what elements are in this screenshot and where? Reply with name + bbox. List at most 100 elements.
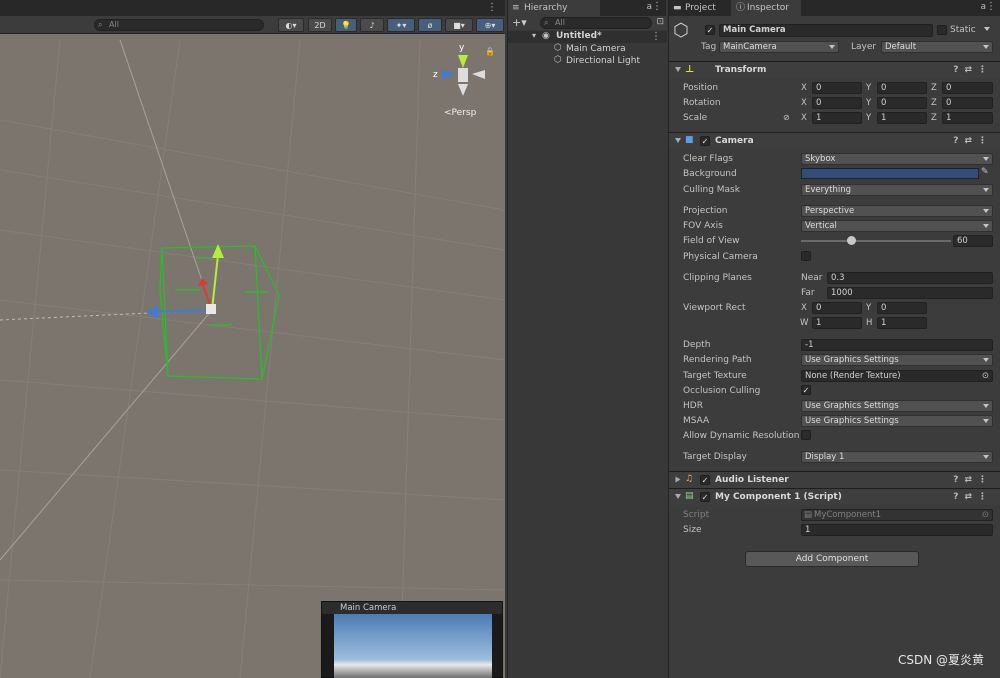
search-placeholder: All (109, 20, 119, 29)
scene-view[interactable]: ⋮ ⌕ All ◐▾ 2D 💡 ♪ ✦▾ ø ■▾ ⊕▾ y z 🔒 <Pers… (0, 0, 505, 678)
viewport-h-field[interactable]: 1 (877, 317, 927, 329)
rotation-z-field[interactable]: 0 (942, 97, 993, 109)
axis-y-label: Y (866, 113, 872, 123)
far-field[interactable]: 1000 (827, 287, 993, 299)
scene-row[interactable]: ▾ ◉ Untitled* ⋮ (508, 31, 667, 43)
scale-y-field[interactable]: 1 (877, 112, 927, 124)
script-field: ▤ MyComponent1 ⊙ (801, 509, 993, 521)
add-component-button[interactable]: Add Component (745, 551, 919, 567)
eyedropper-icon[interactable]: ✎ (981, 167, 989, 177)
component-menu-icons[interactable]: ?⇄⋮ (953, 65, 993, 75)
occlusion-culling-checkbox[interactable]: ✓ (801, 385, 811, 395)
position-z-field[interactable]: 0 (942, 82, 993, 94)
object-name-field[interactable]: Main Camera (719, 24, 933, 37)
draw-mode-button[interactable]: ◐▾ (278, 18, 304, 32)
chevron-down-icon[interactable] (675, 138, 681, 143)
watermark: CSDN @夏炎黄 (897, 653, 984, 667)
list-item[interactable]: ⬡ Main Camera (508, 43, 667, 55)
camera-enabled-checkbox[interactable]: ✓ (700, 136, 710, 146)
msaa-dropdown[interactable]: Use Graphics Settings (801, 415, 993, 427)
chevron-right-icon[interactable] (675, 476, 681, 483)
chevron-down-icon[interactable] (675, 494, 681, 499)
video-camera-icon: ■ (685, 135, 694, 145)
rotation-y-field[interactable]: 0 (877, 97, 927, 109)
size-field[interactable]: 1 (801, 524, 993, 536)
audio-listener-checkbox[interactable]: ✓ (700, 475, 710, 485)
orientation-gizmo[interactable] (442, 55, 485, 96)
lock-icon[interactable]: 🔒 (485, 47, 495, 56)
more-menu-icon[interactable]: ⋮ (986, 1, 996, 12)
script-icon: ▤ (685, 491, 694, 501)
depth-field[interactable]: -1 (801, 339, 993, 351)
clipping-planes-label: Clipping Planes (683, 273, 752, 283)
near-field[interactable]: 0.3 (827, 272, 993, 284)
chevron-down-icon[interactable]: ▾ (532, 31, 536, 40)
dynamic-resolution-checkbox[interactable] (801, 430, 811, 440)
script-label: Script (683, 510, 710, 520)
link-icon[interactable]: ⊘ (783, 113, 790, 122)
layer-dropdown[interactable]: Default (881, 41, 993, 53)
tab-project-label: Project (685, 3, 716, 13)
viewport-y-field[interactable]: 0 (877, 302, 927, 314)
lighting-button[interactable]: 💡 (335, 18, 357, 32)
filter-icon[interactable]: ⊡ (656, 17, 664, 27)
component-menu-icons[interactable]: ?⇄⋮ (953, 475, 993, 485)
rendering-path-dropdown[interactable]: Use Graphics Settings (801, 354, 993, 366)
viewport-w-field[interactable]: 1 (812, 317, 862, 329)
culling-mask-label: Culling Mask (683, 185, 740, 195)
my-component-checkbox[interactable]: ✓ (700, 492, 710, 502)
fov-slider-track[interactable] (801, 240, 951, 242)
hierarchy-search-input[interactable]: ⌕ All (540, 17, 652, 29)
fov-axis-dropdown[interactable]: Vertical (801, 220, 993, 232)
hdr-dropdown[interactable]: Use Graphics Settings (801, 400, 993, 412)
transform-header[interactable]: ⊥ Transform ?⇄⋮ (669, 61, 1000, 78)
scene-search-input[interactable]: ⌕ All (94, 19, 264, 31)
audio-listener-header[interactable]: ♫ ✓ Audio Listener ?⇄⋮ (669, 471, 1000, 488)
effects-button[interactable]: ✦▾ (387, 18, 415, 32)
tab-hierarchy[interactable]: ≡ Hierarchy (508, 0, 600, 16)
viewport-rect-label: Viewport Rect (683, 303, 746, 313)
gizmos-button[interactable]: ⊕▾ (476, 18, 504, 32)
more-menu-icon[interactable]: ⋮ (487, 2, 497, 13)
target-display-dropdown[interactable]: Display 1 (801, 451, 993, 463)
tab-inspector[interactable]: ⓘ Inspector (731, 0, 801, 16)
target-texture-field[interactable]: None (Render Texture) ⊙ (801, 370, 993, 382)
scale-x-field[interactable]: 1 (812, 112, 862, 124)
fov-slider-handle[interactable] (846, 236, 856, 245)
add-icon[interactable]: +▾ (512, 16, 527, 29)
active-checkbox[interactable]: ✓ (705, 25, 715, 35)
chevron-down-icon[interactable] (675, 67, 681, 72)
fov-field[interactable]: 60 (953, 235, 993, 247)
scale-z-field[interactable]: 1 (942, 112, 993, 124)
persp-label[interactable]: <Persp (444, 108, 476, 118)
toggle-2d-button[interactable]: 2D (308, 18, 332, 32)
list-item[interactable]: ⬡ Directional Light (508, 55, 667, 67)
tab-project[interactable]: ▬ Project (669, 0, 731, 16)
static-dropdown[interactable] (984, 24, 993, 36)
component-menu-icons[interactable]: ?⇄⋮ (953, 492, 993, 502)
axis-x-label: X (801, 303, 807, 313)
my-component-header[interactable]: ▤ ✓ My Component 1 (Script) ?⇄⋮ (669, 488, 1000, 505)
audio-button[interactable]: ♪ (360, 18, 384, 32)
background-color-field[interactable] (801, 168, 979, 179)
camera-header[interactable]: ■ ✓ Camera ?⇄⋮ (669, 132, 1000, 149)
viewport-x-field[interactable]: 0 (812, 302, 862, 314)
more-menu-icon[interactable]: ⋮ (651, 31, 661, 42)
physical-camera-checkbox[interactable] (801, 251, 811, 261)
static-checkbox[interactable] (937, 25, 947, 35)
culling-mask-dropdown[interactable]: Everything (801, 184, 993, 196)
tag-dropdown[interactable]: MainCamera (719, 41, 839, 53)
gameobject-cube-icon[interactable]: ⬡ (673, 20, 689, 41)
clear-flags-dropdown[interactable]: Skybox (801, 153, 993, 165)
camera-settings-button[interactable]: ■▾ (445, 18, 473, 32)
rotation-x-field[interactable]: 0 (812, 97, 862, 109)
position-x-field[interactable]: 0 (812, 82, 862, 94)
more-menu-icon[interactable]: ⋮ (652, 1, 662, 12)
camera-preview: Main Camera (321, 601, 503, 678)
position-y-field[interactable]: 0 (877, 82, 927, 94)
hidden-objects-button[interactable]: ø (418, 18, 442, 32)
axis-w-label: W (800, 318, 809, 328)
projection-dropdown[interactable]: Perspective (801, 205, 993, 217)
object-picker-icon[interactable]: ⊙ (982, 371, 989, 381)
component-menu-icons[interactable]: ?⇄⋮ (953, 136, 993, 146)
